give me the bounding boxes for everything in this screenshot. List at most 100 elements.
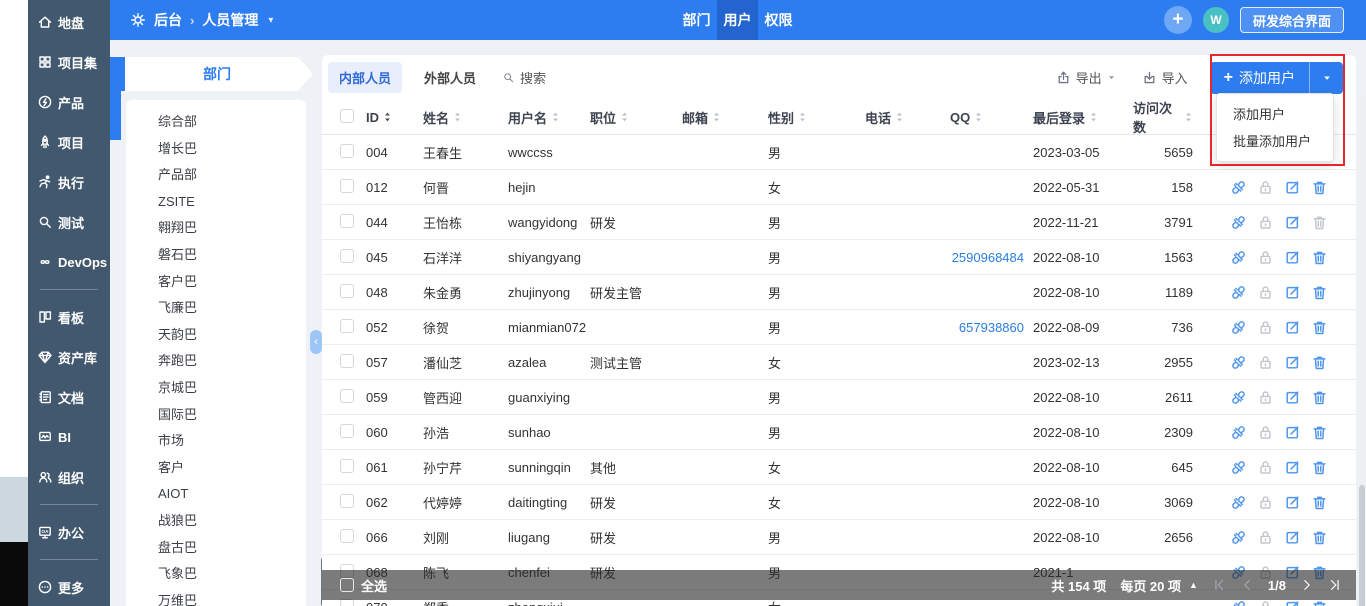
sidebar-item-地盘[interactable]: 地盘 [28, 2, 110, 42]
dept-item[interactable]: 产品部 [126, 162, 306, 189]
menu-item-add-user[interactable]: 添加用户 [1217, 101, 1333, 128]
unlink-icon[interactable] [1230, 389, 1247, 406]
row-checkbox[interactable] [340, 143, 354, 158]
collapse-panel-handle[interactable]: ‹ [310, 330, 322, 354]
edit-icon[interactable] [1284, 284, 1301, 301]
edit-icon[interactable] [1284, 389, 1301, 406]
breadcrumb-backstage[interactable]: 后台 [154, 10, 182, 30]
dept-item[interactable]: AIOT [126, 481, 306, 508]
row-checkbox[interactable] [340, 493, 354, 508]
first-page-button[interactable] [1212, 578, 1226, 592]
column-header-mail[interactable]: 邮箱 [682, 108, 768, 127]
unlink-icon[interactable] [1230, 319, 1247, 336]
add-app-button[interactable]: + [1163, 6, 1192, 34]
sort-icon[interactable] [453, 111, 462, 123]
dept-item[interactable]: 翱翔巴 [126, 215, 306, 242]
column-header-visits[interactable]: 访问次数 [1133, 98, 1199, 136]
trash-icon[interactable] [1311, 424, 1328, 441]
dept-item[interactable]: 飞廉巴 [126, 295, 306, 322]
per-page[interactable]: 每页 20 项 [1120, 576, 1181, 595]
dept-item[interactable]: 天韵巴 [126, 322, 306, 349]
row-checkbox[interactable] [340, 213, 354, 228]
sidebar-item-BI[interactable]: BI [28, 417, 110, 457]
page-scrollbar-thumb[interactable] [1359, 485, 1365, 606]
search-tab[interactable]: 搜索 [502, 68, 546, 87]
sidebar-item-项目集[interactable]: 项目集 [28, 42, 110, 82]
last-page-button[interactable] [1328, 578, 1342, 592]
unlink-icon[interactable] [1230, 249, 1247, 266]
add-user-button[interactable]: + 添加用户 [1209, 61, 1309, 94]
qq-link[interactable]: 2590968484 [952, 250, 1024, 265]
dept-item[interactable]: 客户 [126, 455, 306, 482]
sort-icon[interactable] [383, 111, 392, 123]
topbar-tab-部门[interactable]: 部门 [676, 0, 717, 40]
row-checkbox[interactable] [340, 178, 354, 193]
sort-icon[interactable] [1184, 111, 1193, 123]
sort-icon[interactable] [712, 111, 721, 123]
dept-item[interactable]: 增长巴 [126, 136, 306, 163]
edit-icon[interactable] [1284, 179, 1301, 196]
edit-icon[interactable] [1284, 529, 1301, 546]
unlink-icon[interactable] [1230, 494, 1247, 511]
trash-icon[interactable] [1311, 529, 1328, 546]
edit-icon[interactable] [1284, 319, 1301, 336]
edit-icon[interactable] [1284, 354, 1301, 371]
tab-internal-users[interactable]: 内部人员 [328, 62, 403, 93]
sort-icon[interactable] [551, 111, 560, 123]
dept-item[interactable]: 飞象巴 [126, 561, 306, 588]
dept-item[interactable]: 综合部 [126, 109, 306, 136]
sort-icon[interactable] [798, 111, 807, 123]
sort-icon[interactable] [1089, 111, 1098, 123]
lock-icon[interactable] [1257, 319, 1274, 336]
sidebar-item-办公[interactable]: OA 办公 [28, 512, 110, 552]
column-header-id[interactable]: ID [366, 110, 423, 125]
trash-icon[interactable] [1311, 249, 1328, 266]
unlink-icon[interactable] [1230, 459, 1247, 476]
row-checkbox[interactable] [340, 248, 354, 263]
vertical-app-tab[interactable] [110, 57, 121, 140]
lock-icon[interactable] [1257, 249, 1274, 266]
unlink-icon[interactable] [1230, 179, 1247, 196]
lock-icon[interactable] [1257, 494, 1274, 511]
dept-item[interactable]: 京城巴 [126, 375, 306, 402]
unlink-icon[interactable] [1230, 214, 1247, 231]
topbar-tab-用户[interactable]: 用户 [717, 0, 758, 40]
dept-item[interactable]: 奔跑巴 [126, 348, 306, 375]
trash-icon[interactable] [1311, 319, 1328, 336]
dept-item[interactable]: 市场 [126, 428, 306, 455]
edit-icon[interactable] [1284, 494, 1301, 511]
row-checkbox[interactable] [340, 353, 354, 368]
column-header-title[interactable]: 职位 [590, 108, 682, 127]
trash-icon[interactable] [1311, 494, 1328, 511]
qq-link[interactable]: 657938860 [959, 320, 1024, 335]
lock-icon[interactable] [1257, 459, 1274, 476]
workspace-button[interactable]: 研发综合界面 [1239, 7, 1344, 33]
lock-icon[interactable] [1257, 354, 1274, 371]
next-page-button[interactable] [1300, 578, 1314, 592]
breadcrumb-section[interactable]: 人员管理 [202, 10, 258, 30]
trash-icon[interactable] [1311, 354, 1328, 371]
edit-icon[interactable] [1284, 214, 1301, 231]
unlink-icon[interactable] [1230, 424, 1247, 441]
menu-item-batch-add-user[interactable]: 批量添加用户 [1217, 128, 1333, 155]
sidebar-item-产品[interactable]: 产品 [28, 82, 110, 122]
column-header-gender[interactable]: 性别 [768, 108, 865, 127]
lock-icon[interactable] [1257, 529, 1274, 546]
avatar[interactable]: W [1202, 7, 1229, 33]
sidebar-item-DevOps[interactable]: DevOps [28, 242, 110, 282]
edit-icon[interactable] [1284, 424, 1301, 441]
dept-item[interactable]: ZSITE [126, 189, 306, 216]
dept-item[interactable]: 盘古巴 [126, 535, 306, 562]
unlink-icon[interactable] [1230, 284, 1247, 301]
edit-icon[interactable] [1284, 249, 1301, 266]
sort-icon[interactable] [620, 111, 629, 123]
sidebar-item-组织[interactable]: 组织 [28, 457, 110, 497]
row-checkbox[interactable] [340, 318, 354, 333]
lock-icon[interactable] [1257, 284, 1274, 301]
unlink-icon[interactable] [1230, 354, 1247, 371]
sort-icon[interactable] [974, 111, 983, 123]
add-user-dropdown-toggle[interactable] [1309, 61, 1343, 94]
row-checkbox[interactable] [340, 283, 354, 298]
import-button[interactable]: 导入 [1142, 68, 1188, 87]
export-button[interactable]: 导出 [1056, 68, 1116, 87]
